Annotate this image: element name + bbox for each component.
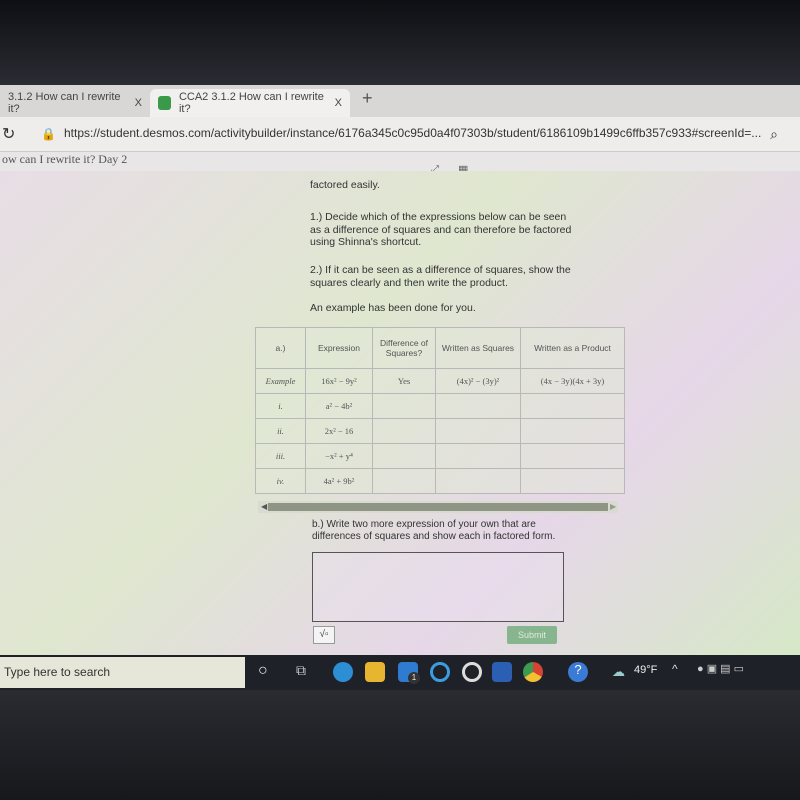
url-text[interactable]: https://student.desmos.com/activitybuild… bbox=[64, 126, 761, 140]
chrome-icon[interactable] bbox=[523, 662, 543, 682]
table-row: i. a² − 4b² bbox=[255, 393, 625, 419]
table-row: ii. 2x² − 16 bbox=[255, 418, 625, 444]
close-icon[interactable]: X bbox=[335, 97, 342, 109]
submit-button[interactable]: Submit bbox=[507, 626, 557, 644]
expression-cell: 2x² − 16 bbox=[305, 418, 373, 444]
difference-cell[interactable] bbox=[372, 443, 436, 469]
cut-text: factored easily. bbox=[310, 179, 380, 191]
scroll-right-icon[interactable]: ▶ bbox=[610, 502, 616, 511]
product-cell[interactable] bbox=[520, 393, 625, 419]
cortana-ring-icon[interactable] bbox=[430, 662, 450, 682]
table-row: iii. −x² + y⁴ bbox=[255, 443, 625, 469]
scroll-left-icon[interactable]: ◀ bbox=[261, 502, 267, 511]
difference-cell[interactable] bbox=[372, 418, 436, 444]
weather-icon: ☁ bbox=[612, 664, 625, 679]
row-label: ii. bbox=[255, 418, 306, 444]
row-label: iv. bbox=[255, 468, 306, 494]
difference-cell: Yes bbox=[372, 368, 436, 394]
squares-cell[interactable] bbox=[435, 443, 521, 469]
example-note: An example has been done for you. bbox=[310, 302, 476, 314]
squares-cell[interactable] bbox=[435, 418, 521, 444]
zoom-icon[interactable]: ⌕ bbox=[770, 126, 778, 143]
chevron-up-icon[interactable]: ^ bbox=[672, 662, 678, 676]
edge-icon[interactable] bbox=[333, 662, 353, 682]
task-view-icon[interactable]: ⧉ bbox=[296, 662, 316, 682]
product-cell: (4x − 3y)(4x + 3y) bbox=[520, 368, 625, 394]
tab-previous[interactable]: 3.1.2 How can I rewrite it? X bbox=[0, 89, 150, 117]
header-product: Written as a Product bbox=[520, 327, 625, 369]
row-label: Example bbox=[255, 368, 306, 394]
product-cell[interactable] bbox=[520, 443, 625, 469]
help-icon[interactable]: ? bbox=[568, 662, 588, 682]
table-row: Example 16x² − 9y² Yes (4x)² − (3y)² (4x − 3… bbox=[255, 368, 625, 394]
tab-bar: 3.1.2 How can I rewrite it? X CCA2 3.1.2 … bbox=[0, 85, 800, 117]
page-title: ow can I rewrite it? Day 2 bbox=[0, 151, 800, 171]
expression-cell: a² − 4b² bbox=[305, 393, 373, 419]
tab-active[interactable]: CCA2 3.1.2 How can I rewrite it? X bbox=[150, 89, 350, 117]
tray-icons[interactable]: ● ▣ ▤ ▭ bbox=[697, 662, 744, 675]
scrollbar-thumb[interactable] bbox=[268, 503, 608, 511]
part-b-prompt: b.) Write two more expression of your ow… bbox=[312, 519, 556, 542]
product-cell[interactable] bbox=[520, 468, 625, 494]
header-difference: Difference of Squares? bbox=[372, 327, 436, 369]
app-icon[interactable] bbox=[462, 662, 482, 682]
instruction-2: 2.) If it can be seen as a difference of… bbox=[310, 264, 571, 289]
cortana-icon[interactable]: ○ bbox=[258, 662, 278, 682]
header-part: a.) bbox=[255, 327, 306, 369]
desmos-icon bbox=[158, 96, 171, 110]
answer-input[interactable] bbox=[312, 552, 564, 622]
instruction-1: 1.) Decide which of the expressions belo… bbox=[310, 211, 572, 248]
laptop-keyboard bbox=[0, 690, 800, 800]
file-explorer-icon[interactable] bbox=[365, 662, 385, 682]
header-expression: Expression bbox=[305, 327, 373, 369]
close-icon[interactable]: X bbox=[135, 97, 142, 109]
mail-badge: 1 bbox=[408, 672, 420, 684]
table-header: a.) Expression Difference of Squares? Wr… bbox=[255, 327, 625, 369]
product-cell[interactable] bbox=[520, 418, 625, 444]
tab-label: 3.1.2 How can I rewrite it? bbox=[8, 91, 121, 115]
row-label: iii. bbox=[255, 443, 306, 469]
header-squares: Written as Squares bbox=[435, 327, 521, 369]
squares-cell: (4x)² − (3y)² bbox=[435, 368, 521, 394]
weather-temp[interactable]: 49°F bbox=[634, 664, 657, 676]
row-label: i. bbox=[255, 393, 306, 419]
word-icon[interactable] bbox=[492, 662, 512, 682]
lock-icon: 🔒 bbox=[41, 127, 57, 141]
tab-label: CCA2 3.1.2 How can I rewrite it? bbox=[178, 91, 324, 115]
expression-cell: 4a² + 9b² bbox=[305, 468, 373, 494]
factoring-table: a.) Expression Difference of Squares? Wr… bbox=[255, 327, 625, 494]
reload-icon[interactable]: ↻ bbox=[2, 124, 15, 144]
difference-cell[interactable] bbox=[372, 468, 436, 494]
squares-cell[interactable] bbox=[435, 468, 521, 494]
difference-cell[interactable] bbox=[372, 393, 436, 419]
expression-cell: 16x² − 9y² bbox=[305, 368, 373, 394]
expression-cell: −x² + y⁴ bbox=[305, 443, 373, 469]
taskbar-search[interactable]: Type here to search bbox=[0, 657, 245, 688]
monitor-bezel bbox=[0, 0, 800, 85]
squares-cell[interactable] bbox=[435, 393, 521, 419]
new-tab-button[interactable]: + bbox=[362, 88, 373, 109]
table-row: iv. 4a² + 9b² bbox=[255, 468, 625, 494]
math-keyboard-button[interactable]: √▫ bbox=[313, 626, 335, 644]
